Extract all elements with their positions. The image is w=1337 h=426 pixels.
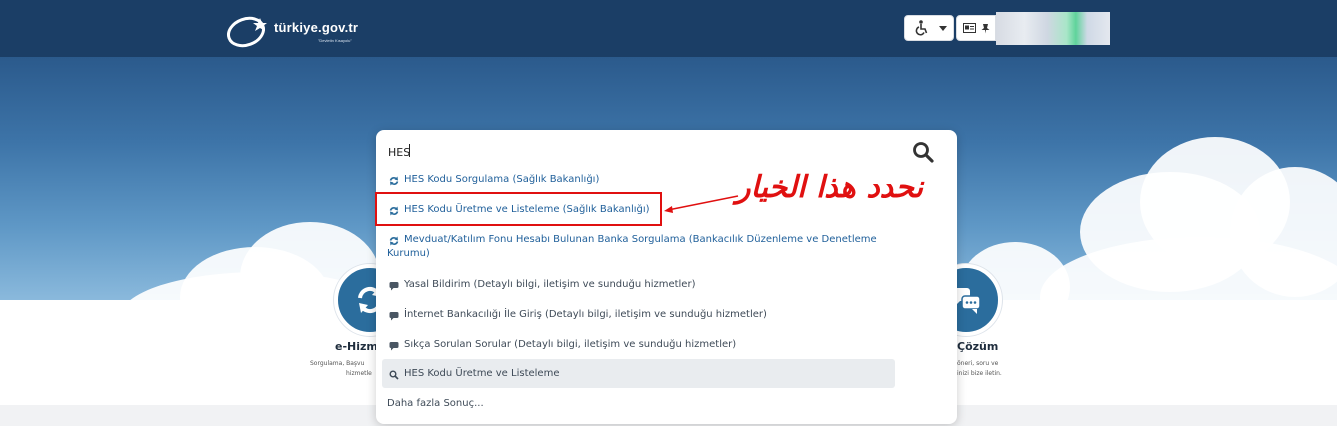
pin-icon [981, 24, 990, 34]
annotation-highlight-box [375, 192, 662, 226]
crescent-star-icon [227, 16, 267, 48]
logo-text: türkiye.gov.tr [274, 20, 359, 35]
chevron-down-icon [939, 26, 947, 31]
refresh-icon [389, 176, 399, 186]
site-header: türkiye.gov.tr "Devletin Kısayolu" [0, 0, 1337, 57]
search-result-item[interactable]: İnternet Bankacılığı İle Giriş (Detaylı … [376, 308, 957, 322]
logo-tagline: "Devletin Kısayolu" [318, 38, 352, 43]
search-result-item[interactable]: Mevduat/Katılım Fonu Hesabı Bulunan Bank… [376, 233, 957, 263]
annotation-arrow-icon [664, 195, 739, 213]
e-services-subtitle-1: Sorgulama, Başvu [310, 360, 365, 367]
search-result-label: Sıkça Sorulan Sorular (Detaylı bilgi, il… [404, 339, 737, 350]
e-services-subtitle-2: hizmetle [346, 370, 372, 377]
search-suggestion-item[interactable]: HES Kodu Üretme ve Listeleme [376, 367, 957, 381]
accessibility-button[interactable] [904, 15, 954, 41]
search-result-label: HES Kodu Sorgulama (Sağlık Bakanlığı) [404, 174, 600, 185]
search-input[interactable] [388, 142, 888, 162]
wheelchair-icon [915, 20, 928, 36]
search-button[interactable] [911, 140, 935, 164]
id-card-icon [963, 23, 976, 33]
turkiye-gov-logo[interactable]: türkiye.gov.tr "Devletin Kısayolu" [226, 14, 386, 48]
user-card-button[interactable] [956, 15, 996, 41]
search-result-item[interactable]: Yasal Bildirim (Detaylı bilgi, iletişim … [376, 278, 957, 292]
search-suggestion-label: HES Kodu Üretme ve Listeleme [404, 368, 560, 379]
user-info-blurred[interactable] [996, 12, 1110, 45]
annotation-text: نحدد هذا الخيار [736, 170, 924, 205]
more-results-link[interactable]: Daha fazla Sonuç... [387, 398, 484, 409]
chat-icon [389, 312, 399, 321]
search-result-label: Yasal Bildirim (Detaylı bilgi, iletişim … [404, 279, 696, 290]
chat-icon [389, 342, 399, 351]
search-icon [913, 142, 934, 163]
search-result-item[interactable]: Sıkça Sorulan Sorular (Detaylı bilgi, il… [376, 338, 957, 352]
search-result-label: İnternet Bankacılığı İle Giriş (Detaylı … [404, 309, 767, 320]
solution-subtitle-1: öneri, soru ve [957, 360, 999, 367]
search-icon [389, 370, 399, 380]
solution-title: Çözüm [957, 340, 999, 353]
chat-icon [389, 282, 399, 291]
text-cursor [409, 144, 410, 157]
solution-subtitle-2: inizi bize iletin. [957, 370, 1002, 377]
search-result-label: Mevduat/Katılım Fonu Hesabı Bulunan Bank… [387, 234, 877, 259]
